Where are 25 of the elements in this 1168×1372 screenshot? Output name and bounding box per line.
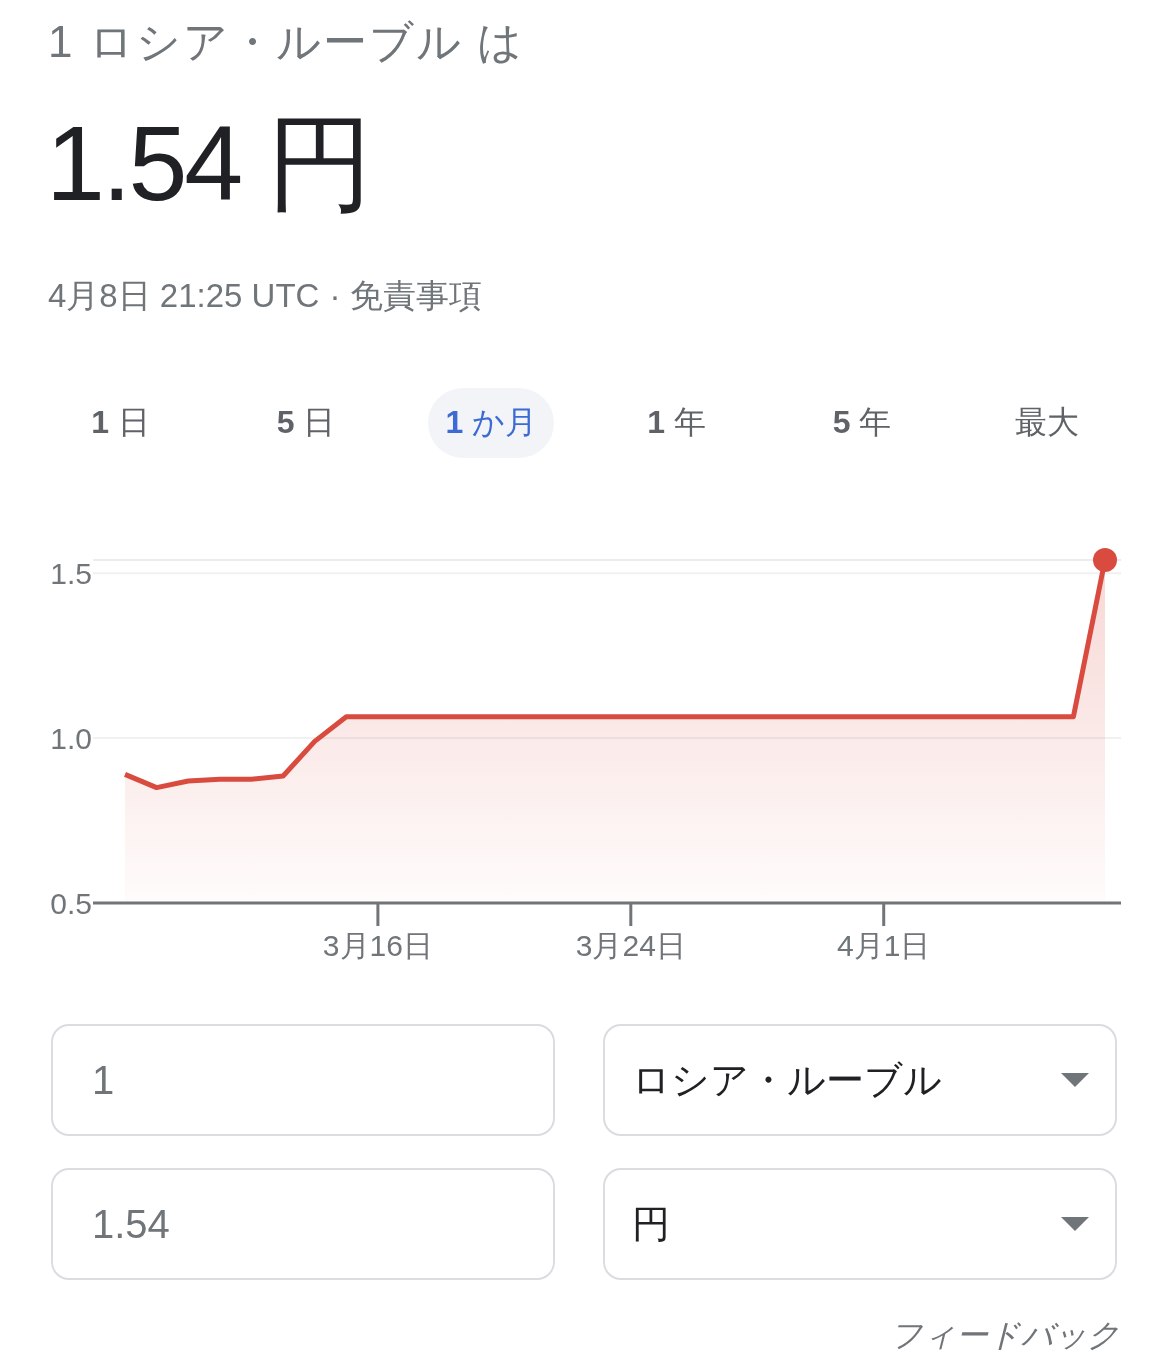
currency-select[interactable]: 円 xyxy=(603,1168,1117,1280)
conversion-heading: 1 ロシア・ルーブル は xyxy=(48,16,524,68)
x-axis-label: 4月1日 xyxy=(837,929,931,962)
amount-field[interactable]: 1.54 xyxy=(51,1168,555,1280)
latest-point-marker xyxy=(1093,548,1117,572)
caret-down-icon xyxy=(1061,1073,1089,1087)
conversion-result: 1.54 円 xyxy=(46,103,370,223)
range-tab[interactable]: 1 年 xyxy=(630,388,723,458)
range-tab[interactable]: 5 日 xyxy=(259,388,353,458)
currency-select[interactable]: ロシア・ルーブル xyxy=(603,1024,1117,1136)
amount-field[interactable]: 1 xyxy=(51,1024,555,1136)
x-axis-label: 3月16日 xyxy=(322,929,433,962)
separator-text: · xyxy=(329,276,341,316)
range-tab[interactable]: 5 年 xyxy=(815,388,909,458)
feedback-link[interactable]: フィードバック xyxy=(890,1315,1120,1355)
x-axis-label: 3月24日 xyxy=(575,929,686,962)
range-tab[interactable]: 1 日 xyxy=(74,388,167,458)
range-tab[interactable]: 1 か月 xyxy=(428,388,555,458)
y-axis-label: 1.0 xyxy=(50,722,92,756)
caret-down-icon xyxy=(1061,1217,1089,1231)
timestamp-text: 4月8日 21:25 UTC xyxy=(48,276,320,316)
y-axis-label: 0.5 xyxy=(50,887,92,920)
range-tab[interactable]: 最大 xyxy=(998,388,1097,458)
disclaimer-link[interactable]: 免責事項 xyxy=(350,276,483,316)
y-axis-label: 1.5 xyxy=(50,557,92,591)
